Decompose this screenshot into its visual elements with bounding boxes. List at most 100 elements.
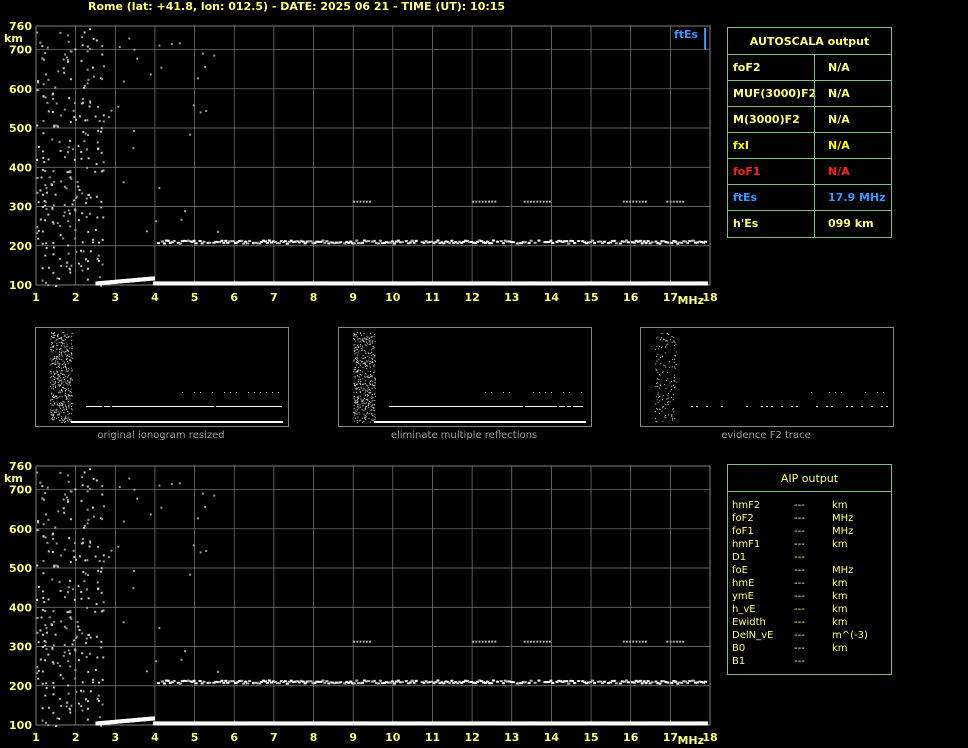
trace-point-weak xyxy=(356,640,359,643)
trace-point-weak xyxy=(494,200,497,203)
thumb-noise xyxy=(655,369,657,371)
thumb-trace-E xyxy=(99,421,101,423)
thumb-noise xyxy=(371,349,373,351)
thumb-trace-Es xyxy=(465,406,467,407)
thumb-trace-E xyxy=(203,421,205,423)
trace-point-Es xyxy=(489,242,493,245)
thumb-trace-Es xyxy=(561,406,563,407)
thumb-trace-Es xyxy=(515,406,517,407)
thumb-noise xyxy=(53,373,55,375)
noise-point xyxy=(87,78,90,81)
thumb-noise xyxy=(370,401,372,403)
thumb-trace-weak xyxy=(503,392,504,393)
thumb-noise xyxy=(67,336,69,338)
thumb-trace-E xyxy=(446,421,448,423)
trace-point-Es xyxy=(640,242,644,245)
trace-point-Es xyxy=(303,682,307,685)
thumb-trace-E xyxy=(205,421,207,423)
thumb-trace-E xyxy=(129,421,131,423)
thumb-noise xyxy=(367,375,369,377)
thumb-noise xyxy=(664,407,666,409)
noise-point xyxy=(37,145,40,148)
thumb-noise xyxy=(67,349,69,351)
thumb-noise xyxy=(361,409,363,411)
noise-point xyxy=(47,266,50,269)
noise-point xyxy=(44,694,47,697)
noise-point xyxy=(101,263,104,266)
thumb-trace-weak xyxy=(569,392,570,393)
thumb-noise xyxy=(356,384,358,386)
noise-point xyxy=(37,519,40,522)
aip-row: foE --- MHz xyxy=(732,565,888,578)
thumb-noise xyxy=(63,367,65,369)
noise-point xyxy=(96,257,99,260)
trace-point-Es xyxy=(529,239,533,242)
thumb-noise xyxy=(59,351,61,353)
noise-point xyxy=(77,585,80,588)
autoscala-value: 099 km xyxy=(814,211,891,237)
thumb-noise xyxy=(667,403,669,405)
noise-point xyxy=(103,505,106,508)
thumb-noise xyxy=(366,390,368,392)
thumb-noise xyxy=(354,417,356,419)
thumb-trace-Es xyxy=(112,406,114,407)
thumb-noise xyxy=(365,345,367,347)
autoscala-value: N/A xyxy=(814,133,891,159)
thumb-noise xyxy=(355,352,357,354)
trace-point-Es xyxy=(644,242,648,245)
noise-point xyxy=(63,185,66,188)
thumb-noise xyxy=(655,420,657,422)
thumb-noise xyxy=(665,366,667,368)
noise-point xyxy=(100,591,103,594)
thumb-trace-Es xyxy=(236,406,238,407)
thumb-trace-Es xyxy=(92,406,94,407)
noise-point xyxy=(62,67,65,70)
thumb-noise xyxy=(52,396,54,398)
thumb-trace-E xyxy=(155,421,157,423)
thumb-noise xyxy=(368,339,370,341)
thumb-noise xyxy=(666,333,668,335)
noise-point xyxy=(52,170,55,173)
thumb-noise xyxy=(60,411,62,413)
thumb-noise xyxy=(60,416,62,418)
noise-point xyxy=(63,204,66,207)
thumb-noise xyxy=(64,334,66,336)
noise-point xyxy=(100,170,103,173)
thumb-noise xyxy=(673,358,675,360)
autoscala-value: N/A xyxy=(814,107,891,133)
thumb-trace-Es xyxy=(445,406,447,407)
noise-point xyxy=(128,477,131,480)
thumb-trace-Es xyxy=(232,406,234,407)
thumb-trace-E xyxy=(468,421,470,423)
aip-value: --- xyxy=(794,630,805,641)
thumb-trace-E xyxy=(506,421,508,423)
thumb-noise xyxy=(51,411,53,413)
thumb-noise xyxy=(358,363,360,365)
thumb-trace-weak xyxy=(278,392,279,393)
trace-point-Es xyxy=(614,242,618,245)
thumb-noise xyxy=(366,336,368,338)
noise-point xyxy=(71,203,74,206)
thumb-noise xyxy=(69,378,71,380)
thumb-noise xyxy=(356,420,358,422)
thumb-noise xyxy=(50,385,52,387)
thumb-trace-E xyxy=(492,421,494,423)
thumb-noise xyxy=(50,400,52,402)
thumb-noise xyxy=(360,381,362,383)
thumb-noise xyxy=(664,365,666,367)
thumb-trace-E xyxy=(540,421,542,423)
thumb-noise xyxy=(58,364,60,366)
thumb-trace-E xyxy=(484,421,486,423)
thumb-noise xyxy=(671,366,673,368)
noise-point xyxy=(39,189,42,192)
thumb-noise xyxy=(53,404,55,406)
thumb-noise xyxy=(372,342,374,344)
trace-point-Es xyxy=(666,241,670,244)
thumb-trace-Es xyxy=(146,406,148,407)
thumb-trace-Es xyxy=(473,406,475,407)
noise-point xyxy=(101,484,104,487)
thumb-trace-Es xyxy=(746,406,748,407)
thumb-noise xyxy=(55,386,57,388)
aip-row: ymE --- km xyxy=(732,591,888,604)
trace-point-weak xyxy=(533,200,536,203)
